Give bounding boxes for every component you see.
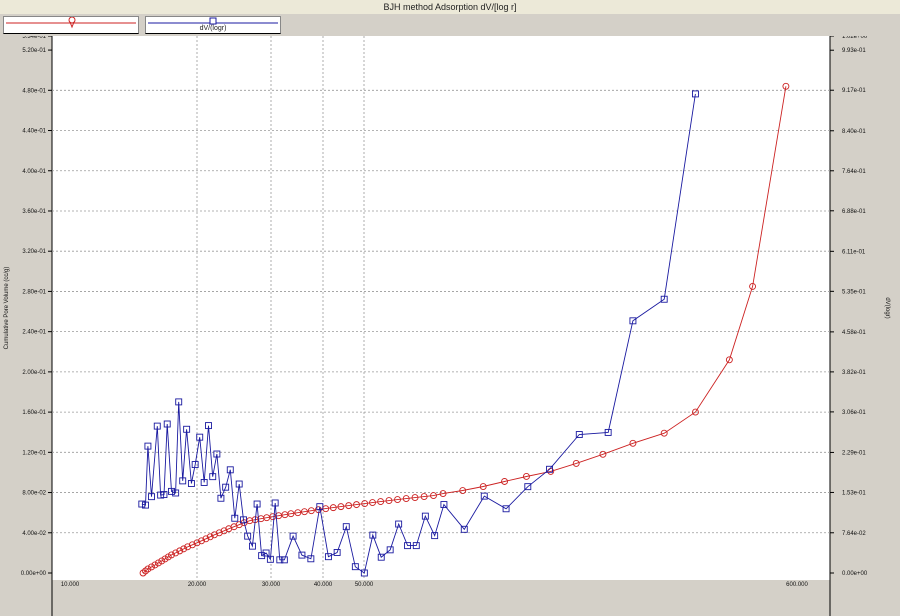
y-right-tick-label: 6.88e-01 (842, 209, 866, 215)
legend-label-dvlogr: dV/(logr) (199, 25, 227, 32)
y-left-tick-label: 2.40e-01 (22, 330, 46, 336)
x-tick-label: 10.000 (61, 582, 80, 588)
y-left-tick-label: 8.00e-02 (22, 491, 46, 497)
y-right-tick-label: 7.64e-01 (842, 169, 866, 175)
y-left-tick-label: 3.20e-01 (22, 249, 46, 255)
y-right-tick-label: 8.40e-01 (842, 129, 866, 135)
chart-canvas: 0.00e+00 4.00e-02 8.00e-02 1.20e-01 1.60e-01… (0, 36, 900, 616)
y-right-tick-label: 1.53e-01 (842, 490, 866, 496)
y-left-tick-label: 5.20e-01 (22, 48, 46, 54)
y-left-tick-label: 3.60e-01 (22, 209, 46, 215)
y-left-tick-label: 4.40e-01 (22, 129, 46, 135)
y-right-tick-label: 2.29e-01 (842, 450, 866, 456)
y-right-tick-label: 6.11e-01 (842, 249, 866, 255)
y-right-axis-label: dV(logr) (884, 297, 890, 318)
y-left-tick-label: 1.60e-01 (22, 410, 46, 416)
y-right-tick-label: 7.64e-02 (842, 531, 866, 537)
x-tick-label: 600.000 (786, 582, 808, 588)
x-tick-label: 30.000 (262, 582, 281, 588)
y-left-tick-label: 4.80e-01 (22, 88, 46, 94)
x-tick-label: 20.000 (188, 582, 207, 588)
window-title: BJH method Adsorption dV/[log r] (0, 0, 900, 14)
y-left-tick-label: 4.00e-01 (22, 169, 46, 175)
y-left-tick-label: 4.00e-02 (22, 531, 46, 537)
legend-swatch-circle (6, 17, 136, 29)
y-left-tick-label: 2.80e-01 (22, 289, 46, 295)
y-right-tick-label: 3.06e-01 (842, 410, 866, 416)
y-right-tick-label: 1.02e+00 (842, 36, 868, 40)
y-left-tick-label: 1.20e-01 (22, 450, 46, 456)
legend-item-cumulative[interactable] (3, 16, 139, 34)
y-left-tick-label: 0.00e+00 (21, 571, 47, 577)
y-right-tick-label: 0.00e+00 (842, 571, 868, 577)
y-left-tick-label: 5.34e-01 (22, 36, 46, 40)
plot-area (52, 36, 830, 580)
x-tick-label: 40.000 (314, 582, 333, 588)
y-right-tick-label: 4.58e-01 (842, 330, 866, 336)
y-right-tick-label: 9.17e-01 (842, 88, 866, 94)
y-right-tick-label: 9.93e-01 (842, 48, 866, 54)
y-right-tick-label: 5.35e-01 (842, 289, 866, 295)
legend-item-dvlogr[interactable]: dV/(logr) (145, 16, 281, 34)
legend-bar: dV/(logr) (0, 14, 900, 36)
y-left-tick-label: 2.00e-01 (22, 370, 46, 376)
y-left-axis-label: Cumulative Pore Volume (cc/g) (4, 267, 10, 350)
x-tick-label: 50.000 (355, 582, 374, 588)
y-right-tick-label: 3.82e-01 (842, 370, 866, 376)
